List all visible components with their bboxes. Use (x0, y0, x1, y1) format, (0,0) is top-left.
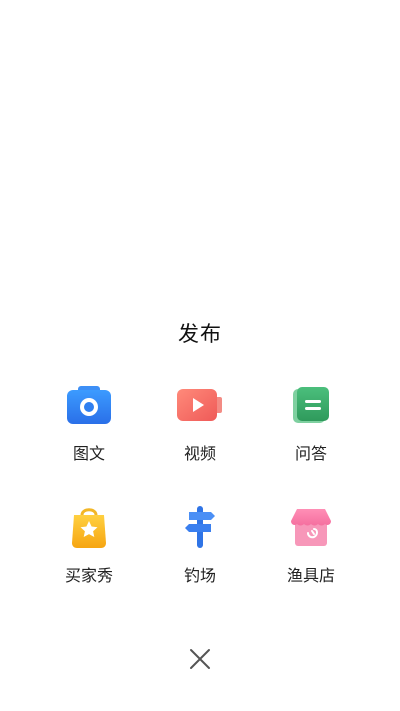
publish-sheet: 发布 图文 视频 问答 买家秀 钓场 渔具店 (0, 0, 400, 711)
publish-option-buyer-show[interactable]: 买家秀 (34, 502, 144, 586)
publish-option-label: 视频 (183, 444, 216, 463)
publish-option-video[interactable]: 视频 (145, 380, 255, 464)
publish-option-label: 问答 (294, 444, 327, 463)
publish-option-label: 图文 (72, 444, 105, 463)
shopping-bag-star-icon (64, 502, 114, 552)
publish-option-image-text[interactable]: 图文 (34, 380, 144, 464)
publish-option-label: 买家秀 (64, 566, 113, 585)
store-hook-icon (286, 502, 336, 552)
publish-option-fishing-spot[interactable]: 钓场 (145, 502, 255, 586)
signpost-icon (175, 502, 225, 552)
camera-icon (64, 380, 114, 430)
publish-option-tackle-shop[interactable]: 渔具店 (256, 502, 366, 586)
publish-option-qa[interactable]: 问答 (256, 380, 366, 464)
close-button[interactable] (186, 645, 214, 673)
close-icon (190, 649, 210, 669)
video-play-icon (175, 380, 225, 430)
publish-options-grid: 图文 视频 问答 买家秀 钓场 渔具店 (34, 380, 366, 586)
sheet-title: 发布 (178, 322, 222, 346)
publish-option-label: 渔具店 (286, 566, 335, 585)
publish-option-label: 钓场 (183, 566, 216, 585)
qa-note-icon (286, 380, 336, 430)
